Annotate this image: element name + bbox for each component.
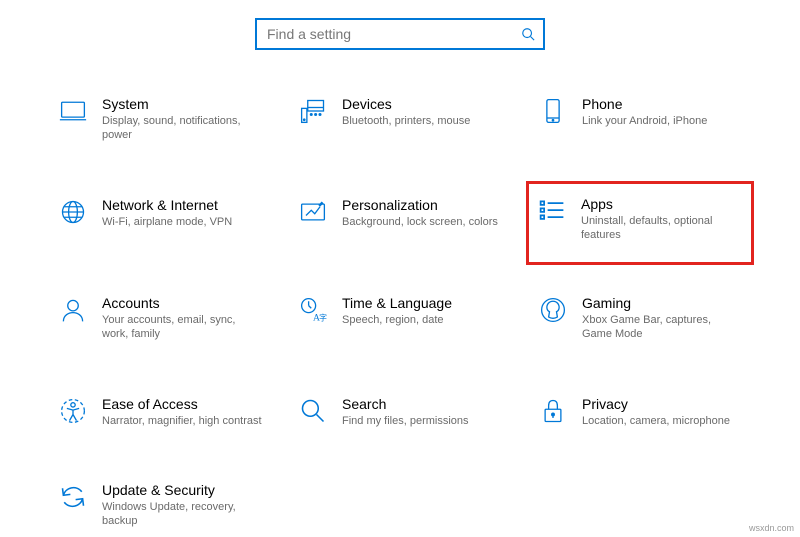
tile-text: System Display, sound, notifications, po… <box>102 96 262 143</box>
tile-desc: Background, lock screen, colors <box>342 215 502 229</box>
tile-text: Phone Link your Android, iPhone <box>582 96 742 128</box>
tile-title: Time & Language <box>342 295 502 311</box>
attribution-text: wsxdn.com <box>749 523 794 533</box>
settings-grid: System Display, sound, notifications, po… <box>0 90 800 535</box>
system-icon <box>58 96 88 126</box>
tile-time-language[interactable]: A字 Time & Language Speech, region, date <box>290 289 510 348</box>
tile-accounts[interactable]: Accounts Your accounts, email, sync, wor… <box>50 289 270 348</box>
tile-text: Time & Language Speech, region, date <box>342 295 502 327</box>
apps-list-icon <box>537 196 567 226</box>
tile-title: System <box>102 96 262 112</box>
tile-desc: Xbox Game Bar, captures, Game Mode <box>582 313 742 342</box>
tile-desc: Your accounts, email, sync, work, family <box>102 313 262 342</box>
tile-desc: Speech, region, date <box>342 313 502 327</box>
tile-text: Apps Uninstall, defaults, optional featu… <box>581 196 743 243</box>
tile-text: Network & Internet Wi-Fi, airplane mode,… <box>102 197 262 229</box>
svg-text:字: 字 <box>319 313 327 323</box>
person-icon <box>58 295 88 325</box>
tile-title: Apps <box>581 196 743 212</box>
devices-icon <box>298 96 328 126</box>
tile-gaming[interactable]: Gaming Xbox Game Bar, captures, Game Mod… <box>530 289 750 348</box>
tile-text: Personalization Background, lock screen,… <box>342 197 502 229</box>
tile-title: Personalization <box>342 197 502 213</box>
tile-title: Accounts <box>102 295 262 311</box>
tile-title: Devices <box>342 96 502 112</box>
ease-of-access-icon <box>58 396 88 426</box>
tile-title: Phone <box>582 96 742 112</box>
lock-icon <box>538 396 568 426</box>
tile-title: Network & Internet <box>102 197 262 213</box>
tile-desc: Find my files, permissions <box>342 414 502 428</box>
tile-desc: Uninstall, defaults, optional features <box>581 214 743 243</box>
tile-title: Gaming <box>582 295 742 311</box>
search-icon <box>521 27 535 41</box>
tile-title: Ease of Access <box>102 396 262 412</box>
tile-devices[interactable]: Devices Bluetooth, printers, mouse <box>290 90 510 149</box>
tile-system[interactable]: System Display, sound, notifications, po… <box>50 90 270 149</box>
tile-text: Devices Bluetooth, printers, mouse <box>342 96 502 128</box>
tile-network[interactable]: Network & Internet Wi-Fi, airplane mode,… <box>50 191 270 248</box>
time-language-icon: A字 <box>298 295 328 325</box>
tile-desc: Narrator, magnifier, high contrast <box>102 414 262 428</box>
tile-desc: Link your Android, iPhone <box>582 114 742 128</box>
search-container <box>0 0 800 90</box>
gaming-icon <box>538 295 568 325</box>
phone-icon <box>538 96 568 126</box>
tile-text: Search Find my files, permissions <box>342 396 502 428</box>
magnifier-icon <box>298 396 328 426</box>
tile-desc: Display, sound, notifications, power <box>102 114 262 143</box>
tile-text: Ease of Access Narrator, magnifier, high… <box>102 396 262 428</box>
tile-phone[interactable]: Phone Link your Android, iPhone <box>530 90 750 149</box>
tile-text: Accounts Your accounts, email, sync, wor… <box>102 295 262 342</box>
tile-text: Update & Security Windows Update, recove… <box>102 482 262 529</box>
tile-title: Privacy <box>582 396 742 412</box>
tile-desc: Bluetooth, printers, mouse <box>342 114 502 128</box>
tile-text: Privacy Location, camera, microphone <box>582 396 742 428</box>
search-input[interactable] <box>265 25 521 43</box>
tile-ease-of-access[interactable]: Ease of Access Narrator, magnifier, high… <box>50 390 270 434</box>
search-box[interactable] <box>255 18 545 50</box>
paintbrush-icon <box>298 197 328 227</box>
tile-text: Gaming Xbox Game Bar, captures, Game Mod… <box>582 295 742 342</box>
tile-title: Update & Security <box>102 482 262 498</box>
tile-title: Search <box>342 396 502 412</box>
update-sync-icon <box>58 482 88 512</box>
tile-apps[interactable]: Apps Uninstall, defaults, optional featu… <box>526 181 754 266</box>
globe-icon <box>58 197 88 227</box>
tile-personalization[interactable]: Personalization Background, lock screen,… <box>290 191 510 248</box>
tile-desc: Windows Update, recovery, backup <box>102 500 262 529</box>
tile-privacy[interactable]: Privacy Location, camera, microphone <box>530 390 750 434</box>
tile-update-security[interactable]: Update & Security Windows Update, recove… <box>50 476 270 535</box>
tile-desc: Location, camera, microphone <box>582 414 742 428</box>
tile-search[interactable]: Search Find my files, permissions <box>290 390 510 434</box>
tile-desc: Wi-Fi, airplane mode, VPN <box>102 215 262 229</box>
